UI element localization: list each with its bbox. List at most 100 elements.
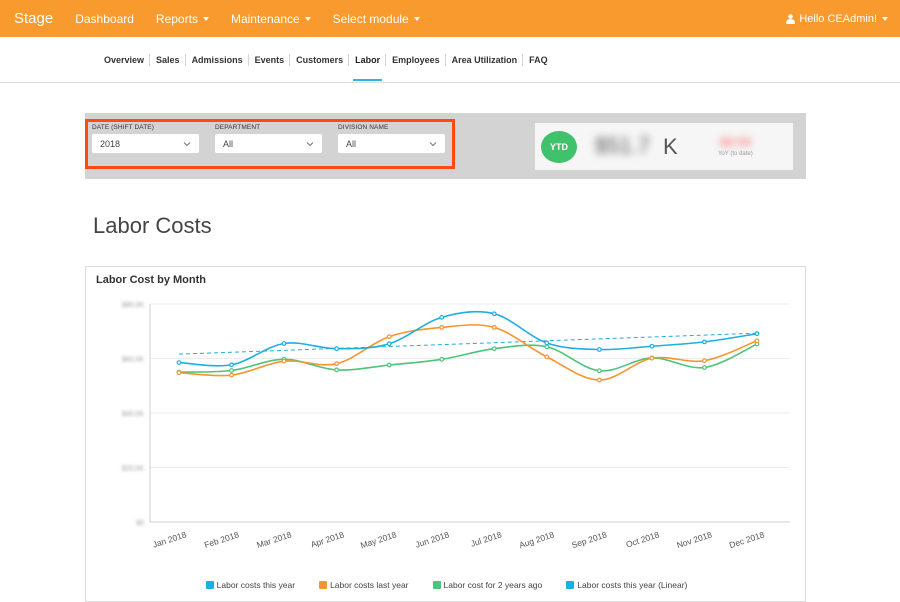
user-menu[interactable]: Hello CEAdmin! bbox=[786, 0, 888, 37]
data-point[interactable] bbox=[176, 370, 182, 376]
legend-label: Labor costs last year bbox=[330, 580, 409, 590]
active-tab-underline bbox=[353, 79, 383, 81]
y-tick-label: $20.0K bbox=[122, 466, 145, 473]
data-point[interactable] bbox=[229, 372, 234, 378]
tab-sales[interactable]: Sales bbox=[150, 53, 186, 67]
nav-reports[interactable]: Reports bbox=[156, 12, 209, 26]
data-point[interactable] bbox=[491, 346, 497, 352]
data-point[interactable] bbox=[334, 367, 340, 373]
caret-down-icon bbox=[413, 16, 420, 21]
legend-item[interactable]: Labor costs this year (Linear) bbox=[566, 580, 687, 590]
data-point[interactable] bbox=[281, 341, 287, 346]
data-point[interactable] bbox=[386, 334, 392, 340]
ytd-yoy-value: -$3.5K bbox=[717, 135, 753, 149]
ytd-kpi-card: YTD $51.7 K -$3.5K YoY (to date) bbox=[535, 123, 793, 170]
labor-cost-chart-card: Labor Cost by Month $80.0K $60.0K $40.0K $2… bbox=[85, 266, 806, 602]
tab-events[interactable]: Events bbox=[249, 53, 291, 67]
nav-maintenance[interactable]: Maintenance bbox=[231, 12, 311, 26]
user-greeting: Hello CEAdmin! bbox=[799, 12, 877, 25]
y-tick-label: $40.0K bbox=[122, 411, 145, 418]
data-point[interactable] bbox=[491, 325, 497, 330]
x-tick-label: May 2018 bbox=[359, 529, 398, 550]
date-select-value: 2018 bbox=[100, 138, 121, 149]
data-point[interactable] bbox=[754, 331, 760, 337]
data-point[interactable] bbox=[702, 365, 707, 370]
ytd-value-suffix: K bbox=[663, 134, 678, 159]
data-point[interactable] bbox=[386, 362, 392, 368]
data-point[interactable] bbox=[439, 356, 445, 362]
data-point[interactable] bbox=[596, 347, 602, 352]
data-point[interactable] bbox=[702, 339, 707, 345]
brand-logo[interactable]: Stage bbox=[0, 10, 75, 27]
tab-labor-label: Labor bbox=[355, 55, 381, 65]
caret-down-icon bbox=[202, 16, 209, 21]
y-tick-label: $60.0K bbox=[122, 357, 145, 364]
data-point[interactable] bbox=[176, 360, 182, 365]
tab-labor[interactable]: Labor bbox=[349, 53, 387, 81]
legend-item[interactable]: Labor costs last year bbox=[319, 580, 409, 590]
legend-label: Labor costs this year (Linear) bbox=[577, 580, 688, 590]
division-filter-label: DIVISION NAME bbox=[338, 124, 389, 131]
page-title: Labor Costs bbox=[93, 213, 212, 238]
x-tick-label: Feb 2018 bbox=[203, 529, 241, 550]
data-point[interactable] bbox=[596, 368, 602, 374]
chevron-down-icon bbox=[306, 141, 314, 146]
data-point[interactable] bbox=[702, 358, 707, 364]
data-point[interactable] bbox=[649, 343, 655, 349]
x-tick-label: Jan 2018 bbox=[151, 529, 188, 549]
nav-maintenance-label: Maintenance bbox=[230, 11, 300, 26]
data-point[interactable] bbox=[544, 354, 550, 360]
tab-area-utilization[interactable]: Area Utilization bbox=[446, 53, 524, 67]
caret-down-icon bbox=[882, 16, 888, 21]
legend-item[interactable]: Labor cost for 2 years ago bbox=[432, 580, 543, 590]
nav-dashboard[interactable]: Dashboard bbox=[75, 12, 134, 26]
data-point[interactable] bbox=[649, 355, 655, 361]
data-point[interactable] bbox=[439, 325, 445, 330]
tab-customers[interactable]: Customers bbox=[290, 53, 350, 67]
x-tick-label: Oct 2018 bbox=[625, 529, 661, 549]
tab-faq[interactable]: FAQ bbox=[523, 53, 554, 67]
legend-swatch bbox=[566, 581, 575, 589]
tab-overview[interactable]: Overview bbox=[98, 53, 151, 67]
ytd-yoy-label: YoY (to date) bbox=[718, 151, 753, 157]
chevron-down-icon bbox=[429, 141, 437, 146]
department-select-value: All bbox=[223, 138, 234, 149]
x-tick-label: Jul 2018 bbox=[469, 529, 503, 549]
department-filter: DEPARTMENT All bbox=[215, 124, 322, 153]
legend-label: Labor costs this year bbox=[216, 580, 296, 590]
legend-label: Labor cost for 2 years ago bbox=[443, 580, 543, 590]
user-icon bbox=[786, 13, 796, 24]
data-point[interactable] bbox=[281, 358, 287, 364]
data-point[interactable] bbox=[229, 368, 234, 373]
legend-swatch bbox=[205, 581, 214, 589]
tab-admissions[interactable]: Admissions bbox=[186, 53, 249, 67]
nav-select-module[interactable]: Select module bbox=[333, 12, 420, 26]
data-point[interactable] bbox=[334, 346, 340, 352]
x-tick-label: Nov 2018 bbox=[675, 529, 713, 550]
data-point[interactable] bbox=[229, 362, 234, 368]
nav-select-module-label: Select module bbox=[332, 11, 409, 26]
chart-legend: Labor costs this year Labor costs last ye… bbox=[86, 580, 807, 590]
department-select[interactable]: All bbox=[215, 134, 322, 153]
data-point[interactable] bbox=[439, 314, 445, 320]
data-point[interactable] bbox=[334, 361, 340, 367]
data-point[interactable] bbox=[386, 341, 392, 347]
x-tick-label: Sep 2018 bbox=[570, 529, 608, 550]
data-point[interactable] bbox=[491, 311, 497, 317]
x-tick-label: Mar 2018 bbox=[255, 529, 293, 550]
division-select[interactable]: All bbox=[338, 134, 445, 153]
data-point[interactable] bbox=[544, 340, 550, 346]
legend-item[interactable]: Labor costs this year bbox=[205, 580, 296, 590]
data-point[interactable] bbox=[754, 338, 760, 344]
division-filter: DIVISION NAME All bbox=[338, 124, 445, 153]
x-tick-label: Aug 2018 bbox=[518, 529, 556, 550]
tab-employees[interactable]: Employees bbox=[386, 53, 446, 67]
data-point[interactable] bbox=[544, 344, 550, 350]
section-tabs: Overview Sales Admissions Events Custome… bbox=[0, 37, 900, 83]
y-tick-label: $80.0K bbox=[122, 302, 145, 309]
y-tick-label: $0 bbox=[136, 520, 144, 527]
date-select[interactable]: 2018 bbox=[92, 134, 199, 153]
date-filter-label: DATE (SHIFT DATE) bbox=[92, 124, 155, 131]
data-point[interactable] bbox=[596, 377, 602, 383]
nav-reports-label: Reports bbox=[155, 11, 198, 26]
